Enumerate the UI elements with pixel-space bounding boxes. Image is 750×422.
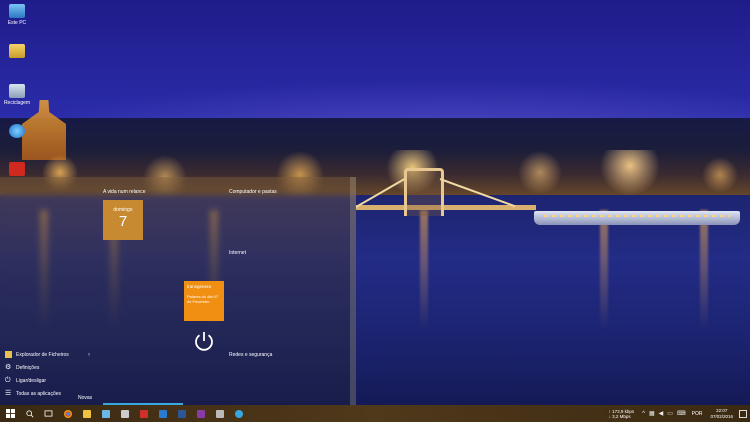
start-left-list: Explorador de Ficheiros › ⚙ Definições ⏻…: [5, 348, 100, 400]
taskbar-app-onenote[interactable]: [191, 405, 210, 422]
desktop-icon-user-folder[interactable]: [0, 44, 34, 60]
word-of-day-tile[interactable]: transgenera Palavra do dia 07 de Feverei…: [184, 281, 224, 321]
start-item-settings[interactable]: ⚙ Definições: [5, 361, 100, 374]
desktop-icon-pdf[interactable]: [0, 162, 34, 178]
taskbar-app-calculator[interactable]: [115, 405, 134, 422]
light-reflection: [420, 210, 428, 330]
clock-date: 07/02/2016: [710, 413, 733, 419]
media-icon: [158, 409, 167, 418]
taskbar-app-calculator-2[interactable]: [210, 405, 229, 422]
start-item-file-explorer[interactable]: Explorador de Ficheiros ›: [5, 348, 100, 361]
group-title-life[interactable]: A vida num relance: [103, 189, 146, 195]
group-title-networks[interactable]: Redes e segurança: [229, 352, 272, 358]
river-boat: [534, 211, 740, 225]
apps-icon: ☰: [5, 390, 12, 397]
show-hidden-icons-chevron-icon[interactable]: ^: [642, 411, 645, 417]
start-item-label: Definições: [16, 364, 40, 371]
chevron-right-icon[interactable]: ›: [88, 352, 90, 358]
desktop-icon-this-pc[interactable]: Este PC: [0, 4, 34, 26]
start-menu-resize-edge[interactable]: [350, 177, 356, 405]
word-of-day-body: Palavra do dia 07 de Fevereiro: [187, 294, 219, 304]
chrome-icon: [63, 409, 72, 418]
desktop-icon-recycle-bin[interactable]: Reciclagem: [0, 84, 34, 106]
computer-icon: [9, 4, 25, 18]
taskbar-app-media[interactable]: [153, 405, 172, 422]
volume-icon[interactable]: ◀: [659, 410, 664, 417]
recycle-bin-icon: [9, 84, 25, 98]
light-reflection: [600, 210, 608, 330]
task-view-icon: [44, 410, 53, 417]
keyboard-icon[interactable]: ⌨: [677, 410, 686, 417]
action-center-icon[interactable]: [739, 409, 747, 418]
language-indicator[interactable]: POR: [692, 411, 703, 417]
search-button[interactable]: [20, 405, 39, 422]
calculator2-icon: [215, 409, 224, 418]
telegram-icon: [234, 409, 243, 418]
start-item-label: Ligar/desligar: [16, 377, 47, 384]
internet-explorer-icon: [9, 124, 25, 138]
power-icon: ⏻: [5, 377, 11, 384]
store-icon: [101, 409, 110, 418]
bridge-deck: [356, 205, 536, 210]
taskbar-app-word[interactable]: [172, 405, 191, 422]
word-icon: [177, 409, 186, 418]
power-tile-icon[interactable]: [192, 329, 216, 353]
desktop-icon-label: Reciclagem: [3, 100, 31, 106]
start-item-label: Todas as aplicações: [16, 390, 62, 397]
network-icon[interactable]: ▦: [649, 410, 655, 417]
network-meter[interactable]: ↑ 173,9 kbps ↓ 3,2 Mbps: [609, 409, 635, 419]
word-of-day-title: transgenera: [187, 284, 212, 289]
user-folder-icon: [9, 44, 25, 58]
taskbar-app-acrobat[interactable]: [134, 405, 153, 422]
group-title-computer[interactable]: Computador e pastas: [229, 189, 277, 195]
group-title-internet[interactable]: Internet: [229, 250, 246, 256]
desktop-icon-label: Este PC: [7, 20, 27, 26]
pdf-icon: [9, 162, 25, 176]
bridge-tower: [404, 168, 444, 216]
new-apps-label: Novas: [78, 395, 93, 401]
clock[interactable]: 22:07 07/02/2016: [710, 408, 733, 419]
calculator-icon: [120, 409, 129, 418]
taskbar-app-telegram[interactable]: [229, 405, 248, 422]
taskbar-app-file-explorer[interactable]: [77, 405, 96, 422]
taskbar-app-store[interactable]: [96, 405, 115, 422]
calendar-tile[interactable]: domingo 7: [103, 200, 143, 240]
calendar-day-number: 7: [118, 213, 128, 230]
acrobat-icon: [139, 409, 148, 418]
battery-icon[interactable]: ▭: [667, 410, 673, 417]
download-rate: 3,2 Mbps: [612, 413, 631, 419]
start-item-label: Explorador de Ficheiros: [16, 351, 69, 358]
windows-logo-icon: [5, 409, 15, 418]
desktop-icon-internet-explorer[interactable]: [0, 124, 34, 140]
gear-icon: ⚙: [5, 364, 12, 371]
file-explorer-icon: [82, 409, 91, 418]
light-reflection: [700, 210, 708, 330]
onenote-icon: [196, 409, 205, 418]
task-view-button[interactable]: [39, 405, 58, 422]
start-button[interactable]: [0, 405, 20, 422]
folder-icon: [5, 351, 12, 358]
taskbar-app-chrome[interactable]: [58, 405, 77, 422]
system-tray: ↑ 173,9 kbps ↓ 3,2 Mbps ^ ▦ ◀ ▭ ⌨ POR 22…: [609, 405, 750, 422]
start-item-power[interactable]: ⏻ Ligar/desligar: [5, 374, 100, 387]
search-icon: [25, 409, 33, 417]
